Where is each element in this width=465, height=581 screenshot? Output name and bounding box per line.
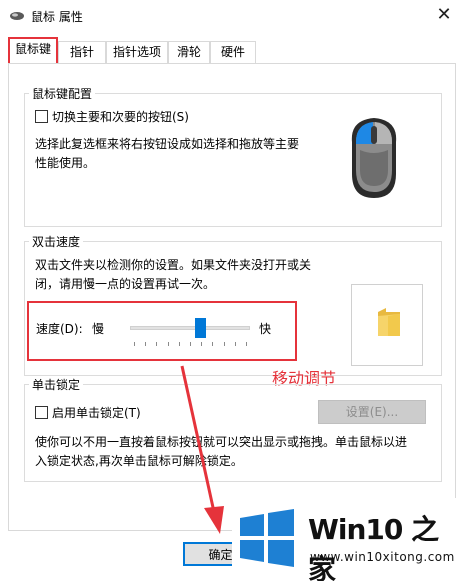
tab-hardware[interactable]: 硬件 <box>210 41 256 63</box>
tab-pointer-options[interactable]: 指针选项 <box>106 41 168 63</box>
window-title: 鼠标 属性 <box>31 10 83 24</box>
test-folder-area[interactable] <box>351 284 423 366</box>
double-click-title: 双击速度 <box>29 233 84 250</box>
tab-wheel[interactable]: 滑轮 <box>168 41 210 63</box>
folder-icon[interactable] <box>376 306 402 338</box>
annotation-arrow <box>180 365 224 534</box>
watermark-title: Win10 之家 <box>308 513 439 581</box>
windows-logo-icon <box>240 509 294 567</box>
button-config-desc-1: 选择此复选框来将右按钮设成如选择和拖放等主要 <box>35 137 300 151</box>
title-bar: 鼠标 属性 ✕ <box>0 0 465 32</box>
button-config-desc-2: 性能使用。 <box>35 156 96 170</box>
double-click-desc-1: 双击文件夹以检测你的设置。如果文件夹没打开或关 <box>35 258 312 272</box>
watermark-url: www.win10xitong.com <box>310 550 455 564</box>
click-lock-checkbox[interactable] <box>35 406 48 419</box>
speed-highlight-box <box>27 301 297 361</box>
click-lock-settings-button[interactable]: 设置(E)... <box>318 400 426 424</box>
click-lock-label[interactable]: 启用单击锁定(T) <box>52 404 141 421</box>
switch-buttons-label[interactable]: 切换主要和次要的按钮(S) <box>52 108 189 125</box>
tab-pointers[interactable]: 指针 <box>58 41 106 63</box>
switch-buttons-checkbox[interactable] <box>35 110 48 123</box>
watermark: Win10 之家 www.win10xitong.com <box>232 498 465 581</box>
mouse-app-icon <box>10 12 24 20</box>
mouse-icon <box>351 118 397 198</box>
click-lock-title: 单击锁定 <box>29 376 84 393</box>
double-click-desc-2: 闭，请用慢一点的设置再试一次。 <box>35 277 216 291</box>
close-icon[interactable]: ✕ <box>433 4 455 26</box>
button-config-title: 鼠标键配置 <box>29 85 96 102</box>
